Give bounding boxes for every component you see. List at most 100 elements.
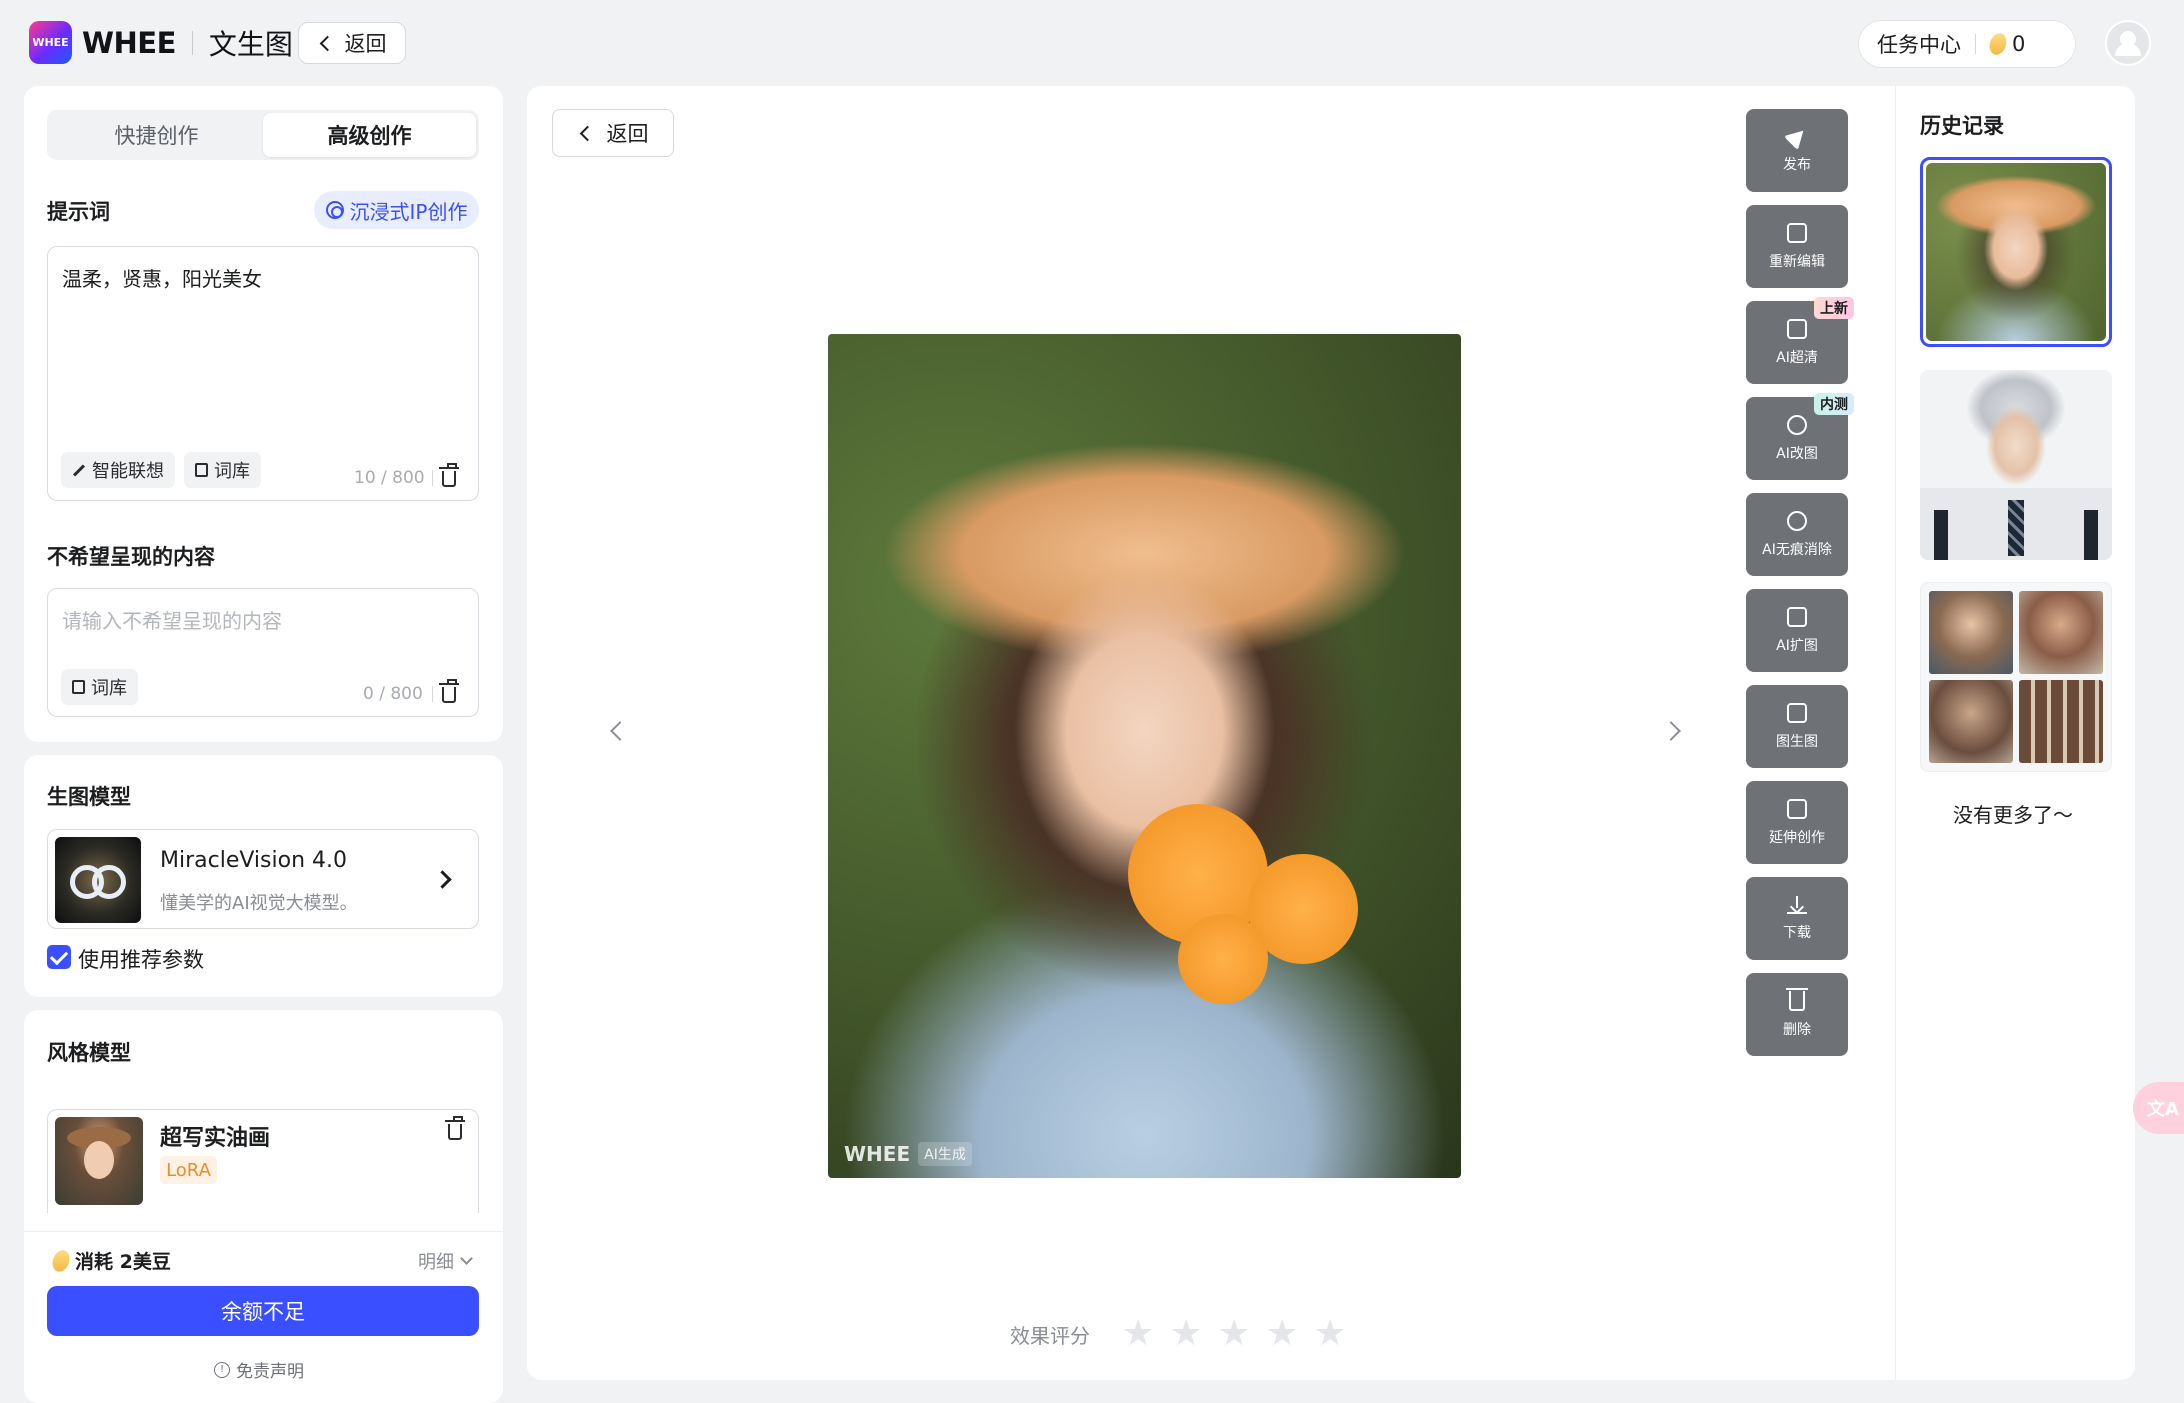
- tab-quick-create[interactable]: 快捷创作: [50, 113, 263, 157]
- remove-style-icon[interactable]: [445, 1116, 465, 1140]
- info-icon: !: [214, 1361, 230, 1378]
- chevron-down-icon: [460, 1252, 473, 1265]
- grid-thumbnail: [1929, 680, 2013, 763]
- generated-image[interactable]: WHEE AI生成: [828, 334, 1461, 1178]
- style-thumb-face: [84, 1141, 114, 1179]
- grid-thumbnail: [2019, 680, 2103, 763]
- disclaimer-link[interactable]: ! 免责声明: [214, 1357, 304, 1382]
- cost-detail-toggle[interactable]: 明细: [418, 1248, 473, 1274]
- avatar-body-icon: [2115, 43, 2141, 56]
- prompt-title: 提示词: [47, 200, 110, 224]
- disclaimer-label: 免责声明: [236, 1362, 304, 1382]
- hd-icon: [1787, 318, 1807, 339]
- brush-icon: [1787, 414, 1807, 435]
- tool-label: AI改图: [1776, 445, 1818, 462]
- history-thumb-strap: [2084, 510, 2098, 560]
- style-model-item[interactable]: 超写实油画 LoRA: [47, 1109, 479, 1229]
- delete-button[interactable]: 删除: [1746, 973, 1848, 1056]
- bean-icon: [1986, 30, 2010, 58]
- logo-divider: [191, 30, 193, 55]
- prompt-input[interactable]: 温柔，贤惠，阳光美女 智能联想 词库 10 / 800: [47, 246, 479, 501]
- chevron-left-icon: [319, 35, 335, 51]
- star-icon-4[interactable]: ★: [1266, 1316, 1298, 1352]
- new-badge: 上新: [1814, 297, 1854, 319]
- expand-icon: [1787, 606, 1807, 627]
- prompt-library-button[interactable]: 词库: [184, 452, 261, 488]
- task-center-label[interactable]: 任务中心: [1877, 29, 1961, 59]
- detail-label: 明细: [418, 1252, 454, 1273]
- send-icon: [1783, 123, 1811, 150]
- infinity-icon: [70, 865, 126, 899]
- clear-negative-icon[interactable]: [439, 679, 459, 703]
- ip-icon: [325, 201, 344, 219]
- no-more-text: 没有更多了～: [1953, 803, 2073, 827]
- ai-modify-button[interactable]: AI改图 内测: [1746, 393, 1854, 480]
- use-recommended-label[interactable]: 使用推荐参数: [78, 944, 204, 974]
- history-thumb-strap: [1934, 510, 1948, 560]
- negative-placeholder[interactable]: 请输入不希望呈现的内容: [62, 605, 282, 634]
- beta-badge: 内测: [1814, 393, 1854, 415]
- task-center-pill[interactable]: 任务中心 0: [1858, 20, 2076, 68]
- star-icon-3[interactable]: ★: [1218, 1316, 1250, 1352]
- star-icon-1[interactable]: ★: [1122, 1316, 1154, 1352]
- grid-thumbnail: [1929, 591, 2013, 674]
- image-to-image-button[interactable]: 图生图: [1746, 685, 1848, 768]
- model-name: MiracleVision 4.0: [160, 848, 347, 873]
- image-edit-icon: [1787, 222, 1807, 243]
- ai-upscale-button[interactable]: AI超清 上新: [1746, 297, 1854, 384]
- flower-shape: [1178, 914, 1268, 1004]
- chevron-right-icon: [433, 870, 452, 889]
- logo-mark-icon: WHEE: [29, 21, 72, 64]
- history-item[interactable]: [1920, 370, 2112, 560]
- model-selector[interactable]: MiracleVision 4.0 懂美学的AI视觉大模型。: [47, 829, 479, 929]
- image-watermark: WHEE AI生成: [844, 1142, 972, 1166]
- history-item-selected[interactable]: [1920, 157, 2112, 347]
- counter-divider: [432, 686, 433, 702]
- star-icon-5[interactable]: ★: [1314, 1316, 1346, 1352]
- history-item-grid[interactable]: [1920, 582, 2112, 772]
- immersive-ip-button[interactable]: 沉浸式IP创作: [314, 191, 479, 229]
- user-avatar[interactable]: [2105, 20, 2151, 66]
- header-back-button[interactable]: 返回: [298, 22, 406, 64]
- prompt-library-label: 词库: [214, 461, 250, 482]
- app-logo[interactable]: WHEE WHEE 文生图: [29, 21, 293, 64]
- tool-label: 删除: [1783, 1021, 1811, 1038]
- tool-label: 图生图: [1776, 733, 1818, 750]
- use-recommended-checkbox[interactable]: [47, 945, 71, 969]
- extend-icon: [1787, 798, 1807, 819]
- translate-icon[interactable]: 文A: [2133, 1082, 2184, 1134]
- extend-create-button[interactable]: 延伸创作: [1746, 781, 1848, 864]
- tool-label: 发布: [1783, 156, 1811, 173]
- smart-assoc-button[interactable]: 智能联想: [61, 452, 175, 488]
- ai-erase-button[interactable]: AI无痕消除: [1746, 493, 1848, 576]
- eraser-icon: [1787, 510, 1807, 531]
- ai-expand-button[interactable]: AI扩图: [1746, 589, 1848, 672]
- pill-divider: [1975, 34, 1976, 54]
- generate-button[interactable]: 余额不足: [47, 1286, 479, 1336]
- bean-icon: [49, 1247, 73, 1274]
- tool-label: AI无痕消除: [1762, 541, 1832, 558]
- lora-badge: LoRA: [160, 1156, 217, 1184]
- negative-input[interactable]: 请输入不希望呈现的内容 词库 0 / 800: [47, 588, 479, 717]
- clear-prompt-icon[interactable]: [439, 463, 459, 487]
- watermark-tag: AI生成: [918, 1142, 972, 1166]
- mode-tabs: 快捷创作 高级创作: [47, 110, 479, 160]
- tool-label: AI扩图: [1776, 637, 1818, 654]
- image-to-image-icon: [1787, 702, 1807, 723]
- prompt-text[interactable]: 温柔，贤惠，阳光美女: [62, 263, 262, 292]
- re-edit-button[interactable]: 重新编辑: [1746, 205, 1848, 288]
- star-icon-2[interactable]: ★: [1170, 1316, 1202, 1352]
- tab-advanced-create[interactable]: 高级创作: [263, 113, 476, 157]
- style-thumbnail: [55, 1117, 143, 1205]
- negative-title: 不希望呈现的内容: [47, 545, 215, 569]
- negative-library-label: 词库: [91, 678, 127, 699]
- publish-button[interactable]: 发布: [1746, 109, 1848, 192]
- smart-assoc-label: 智能联想: [92, 461, 164, 482]
- download-button[interactable]: 下载: [1746, 877, 1848, 960]
- negative-library-button[interactable]: 词库: [61, 669, 138, 705]
- header-back-label: 返回: [344, 32, 387, 56]
- negative-counter: 0 / 800: [363, 684, 423, 704]
- download-icon: [1787, 895, 1807, 914]
- history-divider: [1895, 86, 1896, 1380]
- canvas-back-button[interactable]: 返回: [552, 109, 674, 157]
